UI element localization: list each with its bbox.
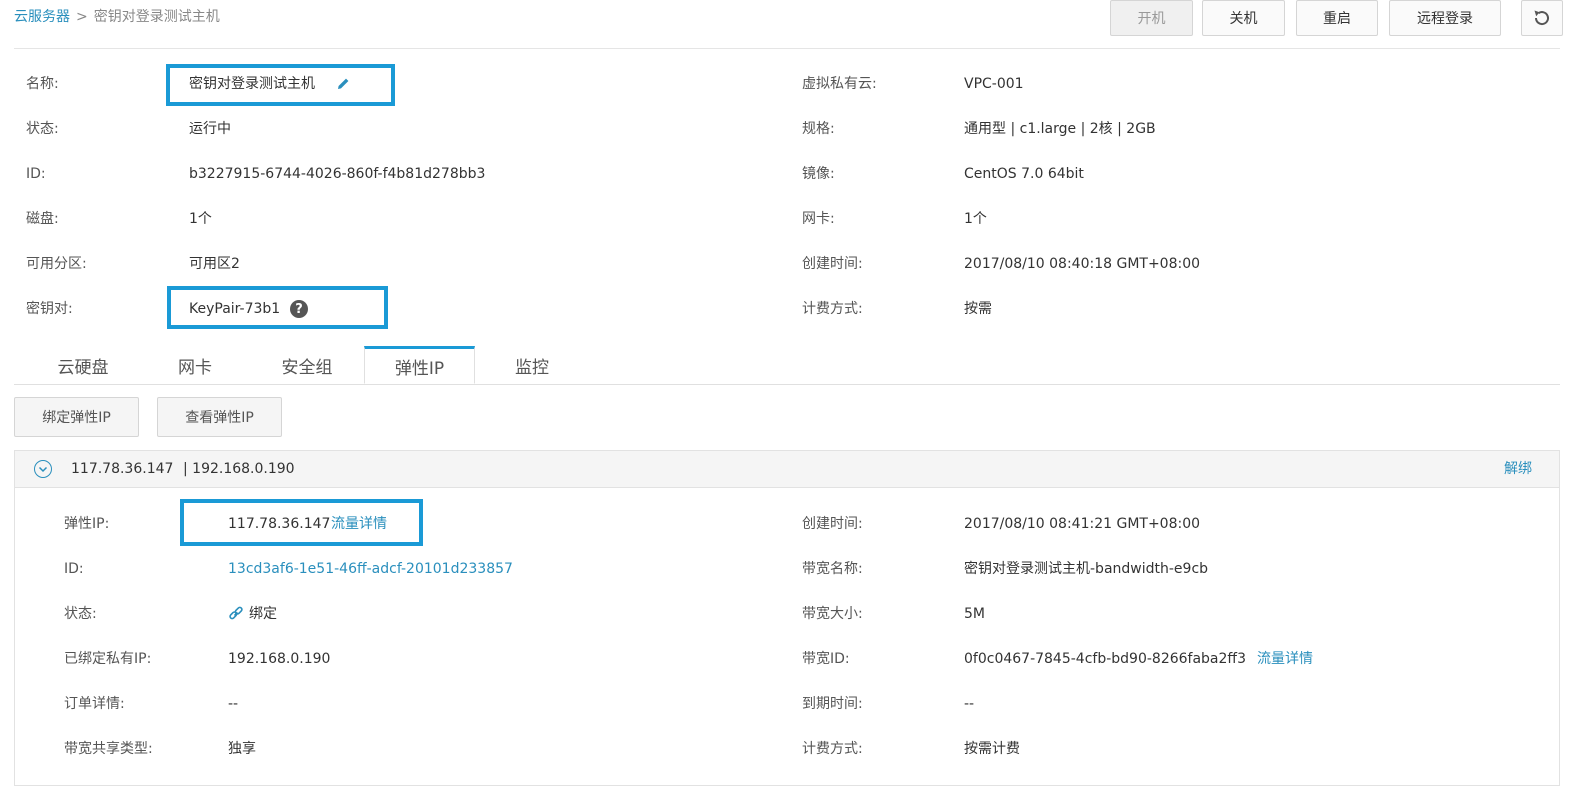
image-link[interactable]: CentOS 7.0 64bit	[964, 164, 1084, 184]
eip-value-order: --	[228, 696, 239, 712]
info-label-az: 可用分区:	[26, 256, 87, 272]
pencil-icon	[338, 78, 349, 89]
help-icon[interactable]: ?	[290, 300, 308, 318]
bind-eip-button[interactable]: 绑定弹性IP	[14, 397, 139, 437]
view-eip-button[interactable]: 查看弹性IP	[157, 397, 282, 437]
eip-value-created: 2017/08/10 08:41:21 GMT+08:00	[964, 516, 1201, 532]
eip-value-private-ip: 192.168.0.190	[228, 651, 331, 667]
eip-value-expire: --	[964, 696, 975, 712]
info-value-nic: 1个	[964, 211, 987, 227]
start-button[interactable]: 开机	[1110, 0, 1193, 36]
info-label-keypair: 密钥对:	[26, 301, 73, 317]
eip-label-bw-size: 带宽大小:	[802, 606, 863, 622]
info-label-flavor: 规格:	[802, 121, 835, 137]
info-value-az: 可用区2	[189, 256, 240, 272]
eip-value-status: 绑定	[249, 606, 277, 622]
breadcrumb-separator: >	[76, 9, 88, 25]
link-icon	[228, 606, 244, 626]
eip-label-expire: 到期时间:	[802, 696, 863, 712]
tab-security-groups[interactable]: 安全组	[254, 346, 360, 384]
eip-label-order: 订单详情:	[64, 696, 125, 712]
stop-button[interactable]: 关机	[1202, 0, 1285, 36]
restart-button[interactable]: 重启	[1296, 0, 1378, 36]
eip-header-private-ip: | 192.168.0.190	[183, 461, 295, 477]
breadcrumb-root-link[interactable]: 云服务器	[14, 9, 70, 25]
eip-value-billing: 按需计费	[964, 741, 1020, 757]
info-label-image: 镜像:	[802, 166, 835, 182]
edit-name-button[interactable]	[335, 76, 351, 96]
tabs-divider	[14, 384, 1560, 385]
eip-value-bw-name: 密钥对登录测试主机-bandwidth-e9cb	[964, 561, 1209, 577]
info-value-keypair: KeyPair-73b1	[189, 301, 281, 317]
tab-eip[interactable]: 弹性IP	[364, 346, 475, 384]
breadcrumb: 云服务器 > 密钥对登录测试主机	[14, 6, 220, 26]
eip-label-private-ip: 已绑定私有IP:	[64, 651, 152, 667]
vpc-link[interactable]: VPC-001	[964, 74, 1024, 94]
refresh-icon	[1534, 10, 1549, 26]
eip-value-share-type: 独享	[228, 741, 256, 757]
info-label-name: 名称:	[26, 76, 59, 92]
info-label-status: 状态:	[26, 121, 59, 137]
info-value-name: 密钥对登录测试主机	[189, 76, 315, 92]
info-value-created: 2017/08/10 08:40:18 GMT+08:00	[964, 256, 1201, 272]
chevron-down-icon	[38, 466, 48, 473]
eip-id-link[interactable]: 13cd3af6-1e51-46ff-adcf-20101d233857	[228, 559, 513, 579]
info-label-created: 创建时间:	[802, 256, 863, 272]
eip-label-created: 创建时间:	[802, 516, 863, 532]
info-value-billing: 按需	[964, 301, 992, 317]
info-value-flavor: 通用型 | c1.large | 2核 | 2GB	[964, 121, 1156, 137]
eip-value-ip: 117.78.36.147	[228, 516, 331, 532]
tab-disks[interactable]: 云硬盘	[30, 346, 136, 384]
eip-label-ip: 弹性IP:	[64, 516, 110, 532]
eip-value-bw-id: 0f0c0467-7845-4cfb-bd90-8266faba2ff3	[964, 651, 1246, 667]
eip-label-bw-name: 带宽名称:	[802, 561, 863, 577]
eip-traffic-link[interactable]: 流量详情	[331, 514, 387, 534]
remote-login-button[interactable]: 远程登录	[1389, 0, 1501, 36]
breadcrumb-current: 密钥对登录测试主机	[93, 9, 220, 25]
tab-monitoring[interactable]: 监控	[479, 346, 585, 384]
info-value-id: b3227915-6744-4026-860f-f4b81d278bb3	[189, 166, 486, 182]
info-label-vpc: 虚拟私有云:	[802, 76, 877, 92]
refresh-button[interactable]	[1521, 0, 1563, 36]
eip-label-bw-id: 带宽ID:	[802, 651, 850, 667]
collapse-button[interactable]	[34, 460, 52, 478]
bw-traffic-link[interactable]: 流量详情	[1257, 649, 1313, 669]
header-divider	[14, 48, 1560, 49]
info-label-id: ID:	[26, 166, 46, 182]
eip-label-status: 状态:	[64, 606, 97, 622]
eip-label-id: ID:	[64, 561, 84, 577]
info-label-disk: 磁盘:	[26, 211, 59, 227]
eip-header-ip: 117.78.36.147	[71, 461, 174, 477]
eip-label-share-type: 带宽共享类型:	[64, 741, 153, 757]
unbind-link[interactable]: 解绑	[1504, 459, 1532, 479]
info-value-status: 运行中	[189, 121, 231, 137]
info-value-disk: 1个	[189, 211, 212, 227]
info-label-nic: 网卡:	[802, 211, 835, 227]
tab-nics[interactable]: 网卡	[142, 346, 248, 384]
info-label-billing: 计费方式:	[802, 301, 863, 317]
eip-label-billing: 计费方式:	[802, 741, 863, 757]
eip-value-bw-size: 5M	[964, 606, 985, 622]
